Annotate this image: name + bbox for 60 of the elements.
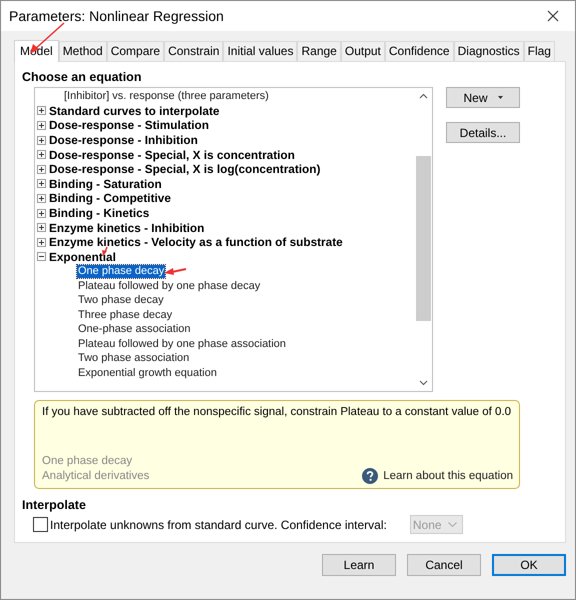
tree-group[interactable]: Dose-response - Special, X is log(concentration): [49, 162, 320, 176]
tree-item[interactable]: Three phase decay: [77, 308, 174, 322]
tab[interactable]: Compare: [106, 41, 164, 61]
tree-item[interactable]: Plateau followed by one phase association: [77, 338, 287, 351]
derivatives-text: Analytical derivatives: [42, 469, 150, 484]
collapse-icon[interactable]: [37, 252, 46, 262]
tree-group[interactable]: Dose-response - Stimulation: [49, 118, 209, 132]
tab[interactable]: Method: [58, 41, 107, 61]
tab[interactable]: Constrain: [164, 41, 224, 61]
tree-group[interactable]: Enzyme kinetics - Inhibition: [49, 220, 204, 235]
chevron-down-icon: [448, 522, 457, 527]
tab[interactable]: Range: [297, 41, 341, 61]
button[interactable]: OK: [492, 554, 566, 576]
expand-icon[interactable]: [37, 238, 46, 247]
tab[interactable]: Flag: [524, 41, 555, 61]
tree-item[interactable]: Plateau followed by one phase decay: [77, 280, 262, 293]
expand-icon[interactable]: [37, 179, 46, 188]
expand-icon[interactable]: [37, 120, 46, 130]
tree-item[interactable]: Two phase decay: [77, 294, 165, 308]
button[interactable]: Cancel: [407, 554, 481, 576]
expand-icon[interactable]: [37, 106, 46, 116]
expand-icon[interactable]: [37, 223, 46, 232]
annotation-arrow: [164, 268, 186, 275]
tab[interactable]: Diagnostics: [454, 41, 524, 61]
expand-icon[interactable]: [37, 164, 46, 174]
help-icon: [362, 468, 378, 484]
expand-icon[interactable]: [37, 194, 46, 203]
tree-item[interactable]: [Inhibitor] vs. response (three parameters): [63, 90, 270, 103]
equation-name: One phase decay: [42, 454, 134, 469]
expand-icon[interactable]: [37, 136, 46, 145]
tab[interactable]: Output: [340, 41, 385, 61]
tree-group[interactable]: Binding - Competitive: [49, 191, 171, 206]
scroll-up-icon: [419, 93, 428, 99]
tab[interactable]: Initial values: [223, 41, 298, 61]
window-title: Parameters: Nonlinear Regression: [9, 8, 224, 24]
expand-icon[interactable]: [37, 150, 46, 160]
checkbox[interactable]: [33, 517, 48, 532]
tree-group[interactable]: Binding - Kinetics: [49, 206, 150, 220]
tree-item[interactable]: One-phase association: [77, 323, 192, 336]
tree-item[interactable]: Two phase association: [77, 352, 190, 366]
button[interactable]: Details...: [446, 122, 520, 143]
tree-group[interactable]: Standard curves to interpolate: [49, 104, 220, 118]
tab[interactable]: Confidence: [384, 41, 454, 61]
section-heading: Interpolate: [22, 498, 87, 512]
learn-link[interactable]: Learn about this equation: [383, 470, 513, 482]
tree-group[interactable]: Dose-response - Inhibition: [49, 133, 198, 148]
expand-icon[interactable]: [37, 208, 46, 218]
tree-group[interactable]: Binding - Saturation: [49, 176, 162, 191]
tree-group[interactable]: Exponential: [49, 250, 116, 264]
tree-item[interactable]: Exponential growth equation: [77, 367, 218, 380]
tree-group[interactable]: Dose-response - Special, X is concentration: [49, 148, 295, 162]
close-icon: [547, 10, 559, 22]
button[interactable]: New: [446, 87, 520, 108]
tree-item[interactable]: One phase decay: [77, 264, 166, 278]
button[interactable]: Learn: [322, 554, 396, 576]
section-heading: Choose an equation: [22, 70, 142, 84]
scroll-down-icon: [419, 380, 428, 386]
tree-group[interactable]: Enzyme kinetics - Velocity as a function of substrate: [49, 235, 343, 250]
checkbox-label: Interpolate unknowns from standard curve. Confidence interval:: [50, 518, 387, 532]
hint-text: If you have subtracted off the nonspecific signal, constrain Plateau to a constant value of 0.0: [42, 406, 512, 418]
